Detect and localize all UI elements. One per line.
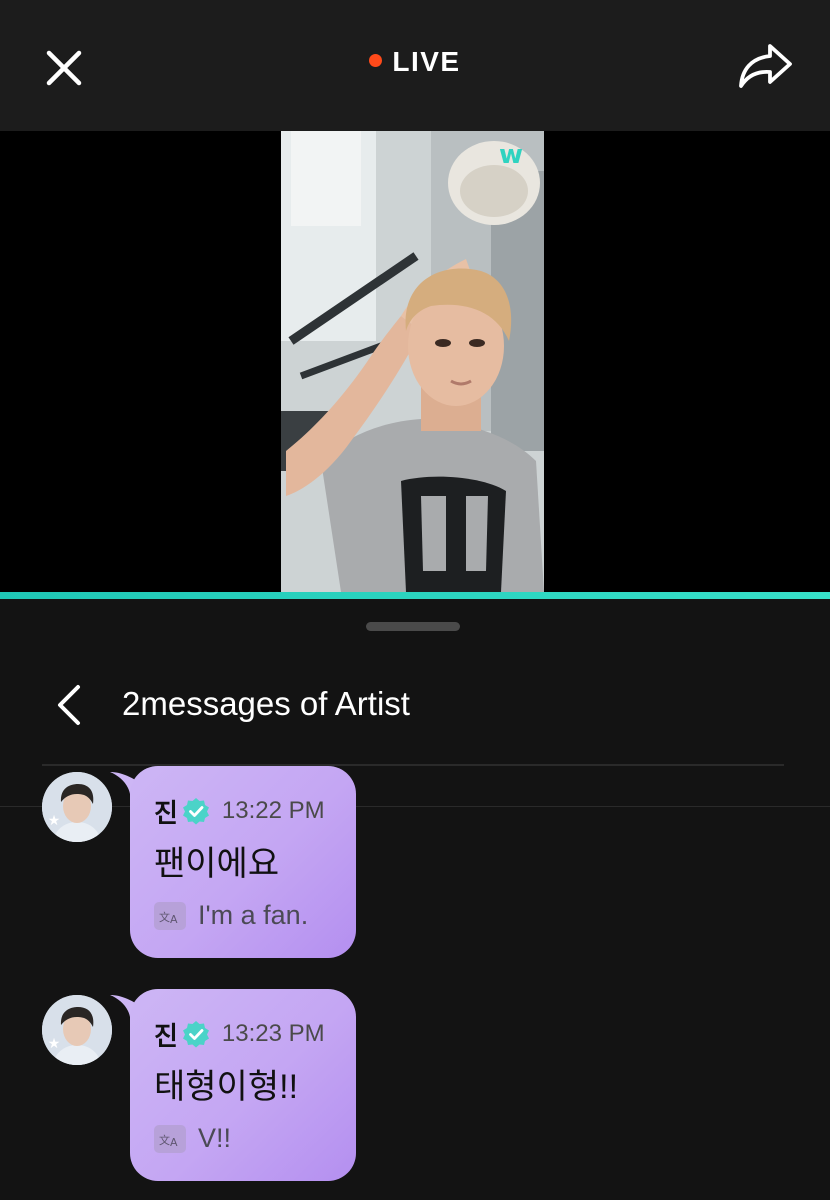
translation-row[interactable]: 文 A V!! <box>154 1123 231 1154</box>
translation-row[interactable]: 文 A I'm a fan. <box>154 900 308 931</box>
share-button[interactable] <box>736 40 796 92</box>
message-time: 13:22 PM <box>221 797 325 824</box>
sender-row: 진 13:22 PM <box>154 796 325 828</box>
artist-messages-sheet: 2messages of Artist ★ 진 13:22 PM 팬이에요 文 … <box>0 599 830 1200</box>
sender-name: 진 <box>154 797 178 828</box>
message-text: 태형이형!! <box>154 1068 299 1106</box>
top-bar: LIVE <box>0 0 830 131</box>
star-icon: ★ <box>47 812 61 828</box>
video-scene-image: w <box>281 131 544 592</box>
live-label: LIVE <box>392 46 461 77</box>
avatar[interactable] <box>42 772 112 842</box>
message-time: 13:23 PM <box>221 1020 325 1047</box>
video-player[interactable]: w <box>0 131 830 592</box>
sender-row: 진 13:23 PM <box>154 1019 325 1051</box>
translate-icon: 文 A <box>154 901 186 930</box>
svg-text:A: A <box>170 1136 178 1148</box>
verified-badge-icon <box>182 1021 209 1048</box>
message-bubble[interactable]: 진 13:23 PM 태형이형!! 文 A V!! <box>130 989 356 1181</box>
svg-text:A: A <box>170 913 178 925</box>
live-dot-icon <box>369 54 383 67</box>
divider <box>0 806 830 807</box>
sender-name: 진 <box>154 1020 178 1051</box>
message-bubble[interactable]: 진 13:22 PM 팬이에요 文 A I'm a fan. <box>130 766 356 958</box>
translation-text: I'm a fan. <box>198 900 309 930</box>
share-arrow-icon <box>739 44 792 88</box>
message-text: 팬이에요 <box>154 845 280 883</box>
live-badge: LIVE <box>0 46 830 78</box>
translation-text: V!! <box>198 1123 232 1153</box>
translate-icon: 文 A <box>154 1124 186 1153</box>
svg-text:文: 文 <box>159 1133 170 1147</box>
avatar[interactable] <box>42 995 112 1065</box>
sheet-drag-handle[interactable] <box>366 622 460 631</box>
chevron-left-icon <box>58 685 80 725</box>
video-progress-bar[interactable] <box>0 592 830 599</box>
live-video-frame: w <box>281 131 544 592</box>
sheet-title: 2messages of Artist <box>122 685 410 722</box>
star-icon: ★ <box>47 1035 61 1051</box>
back-button[interactable] <box>50 683 86 727</box>
verified-badge-icon <box>182 798 209 825</box>
weverse-logo-icon: w <box>499 140 523 170</box>
live-viewer-screen: LIVE w 2messages of Artist ★ 진 13:22 PM … <box>0 0 830 1200</box>
svg-text:文: 文 <box>159 910 170 924</box>
